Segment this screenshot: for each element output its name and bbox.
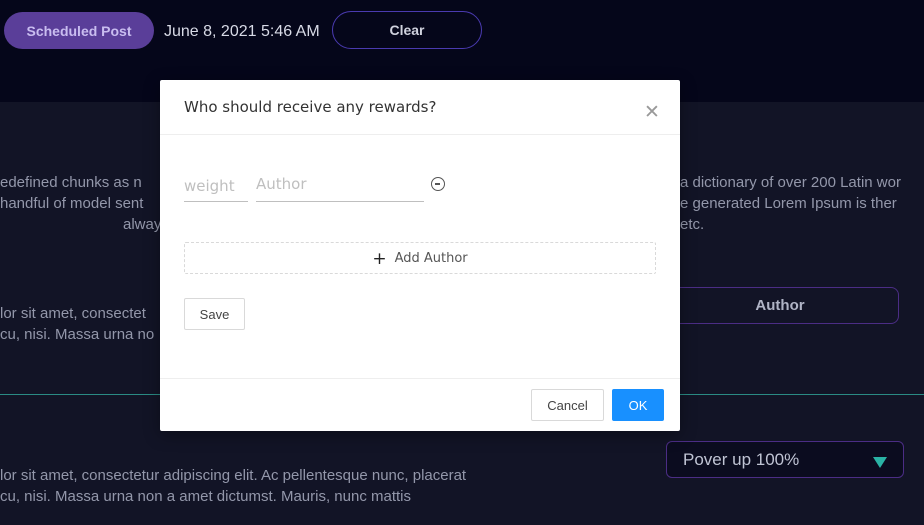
ok-button[interactable]: OK bbox=[612, 389, 664, 421]
background-text: e generated Lorem Ipsum is ther bbox=[680, 195, 897, 212]
modal-title: Who should receive any rewards? bbox=[184, 98, 437, 116]
author-button[interactable]: Author bbox=[661, 287, 899, 324]
close-icon[interactable]: ✕ bbox=[640, 100, 664, 124]
background-text: lor sit amet, consectet bbox=[0, 305, 146, 322]
background-text: a dictionary of over 200 Latin wor bbox=[680, 174, 901, 191]
background-text: etc. bbox=[680, 216, 705, 233]
plus-icon: + bbox=[372, 249, 387, 269]
add-author-button[interactable]: + Add Author bbox=[184, 242, 656, 274]
background-text: lor sit amet, consectetur adipiscing eli… bbox=[0, 467, 467, 484]
power-up-value: Pover up 100% bbox=[683, 449, 800, 469]
author-placeholder: Author bbox=[256, 175, 307, 193]
cancel-button[interactable]: Cancel bbox=[531, 389, 604, 421]
add-author-label: Add Author bbox=[394, 250, 468, 266]
background-text: cu, nisi. Massa urna no bbox=[0, 326, 155, 343]
scheduled-post-button[interactable]: Scheduled Post bbox=[4, 12, 154, 49]
minus-circle-icon[interactable] bbox=[431, 177, 445, 191]
background-text: edefined chunks as n bbox=[0, 174, 142, 191]
background-text: handful of model sent bbox=[0, 195, 144, 212]
background-text: alway bbox=[123, 216, 162, 233]
chevron-down-icon bbox=[873, 457, 887, 468]
weight-input[interactable]: weight bbox=[184, 170, 248, 202]
author-input[interactable]: Author bbox=[256, 170, 424, 202]
scheduled-date: June 8, 2021 5:46 AM bbox=[164, 23, 320, 40]
power-up-select[interactable]: Pover up 100% bbox=[666, 441, 904, 478]
weight-placeholder: weight bbox=[184, 177, 235, 195]
rewards-modal: Who should receive any rewards? ✕ weight… bbox=[160, 80, 680, 431]
background-text: cu, nisi. Massa urna non a amet dictumst… bbox=[0, 488, 411, 505]
modal-header: Who should receive any rewards? ✕ bbox=[160, 80, 680, 135]
modal-footer: Cancel OK bbox=[160, 378, 680, 431]
clear-button[interactable]: Clear bbox=[332, 11, 482, 49]
save-button[interactable]: Save bbox=[184, 298, 245, 330]
